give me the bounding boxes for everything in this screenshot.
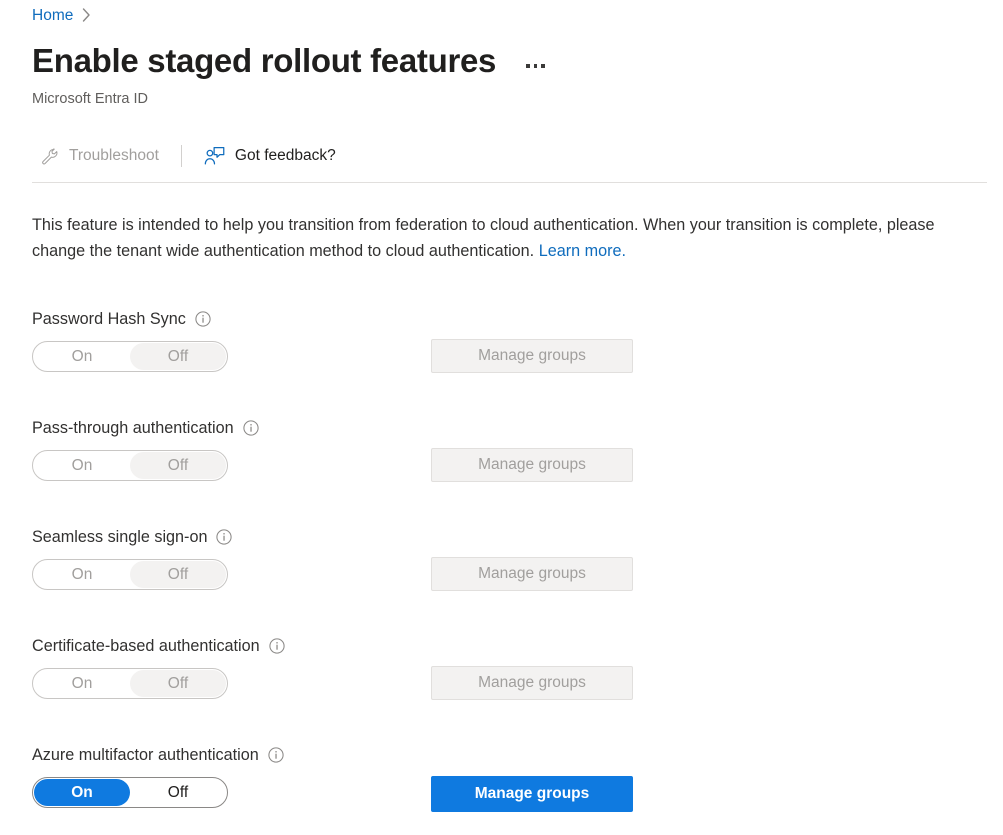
toggle-option-off[interactable]: Off bbox=[130, 343, 226, 370]
feature-row: Azure multifactor authentication OnOff Man… bbox=[32, 744, 987, 834]
feature-toggle[interactable]: OnOff bbox=[32, 777, 228, 808]
feature-row: Certificate-based authentication OnOff Man… bbox=[32, 635, 987, 744]
page-subtitle: Microsoft Entra ID bbox=[32, 91, 148, 107]
toggle-option-on[interactable]: On bbox=[34, 343, 130, 370]
got-feedback-label: Got feedback? bbox=[235, 147, 336, 165]
troubleshoot-label: Troubleshoot bbox=[69, 147, 159, 165]
feature-toggle: OnOff bbox=[32, 559, 228, 590]
feature-row: Password Hash Sync OnOff Manage groups bbox=[32, 308, 987, 417]
manage-groups-button[interactable]: Manage groups bbox=[431, 776, 633, 812]
manage-groups-button: Manage groups bbox=[431, 666, 633, 700]
toggle-option-on[interactable]: On bbox=[34, 561, 130, 588]
person-feedback-icon bbox=[204, 146, 225, 166]
feature-label-line: Password Hash Sync bbox=[32, 308, 987, 330]
toggle-option-off[interactable]: Off bbox=[130, 561, 226, 588]
command-bar: Troubleshoot Got feedback? bbox=[32, 134, 344, 178]
wrench-icon bbox=[40, 147, 59, 166]
page-title: Enable staged rollout features bbox=[32, 42, 496, 80]
learn-more-link[interactable]: Learn more. bbox=[539, 242, 626, 260]
ellipsis-icon bbox=[541, 64, 545, 68]
feature-row: Pass-through authentication OnOff Manage g… bbox=[32, 417, 987, 526]
feature-toggle: OnOff bbox=[32, 341, 228, 372]
breadcrumb: Home bbox=[32, 7, 91, 25]
info-icon[interactable] bbox=[195, 311, 211, 327]
breadcrumb-item-home[interactable]: Home bbox=[32, 7, 73, 25]
feature-label: Azure multifactor authentication bbox=[32, 746, 259, 765]
feature-label: Password Hash Sync bbox=[32, 310, 186, 329]
toggle-option-off[interactable]: Off bbox=[130, 452, 226, 479]
toggle-option-on[interactable]: On bbox=[34, 670, 130, 697]
feature-row: Seamless single sign-on OnOff Manage group… bbox=[32, 526, 987, 635]
toggle-option-on[interactable]: On bbox=[34, 779, 130, 806]
toggle-option-on[interactable]: On bbox=[34, 452, 130, 479]
page-title-row: Enable staged rollout features bbox=[32, 42, 549, 80]
chevron-right-icon bbox=[82, 8, 91, 25]
feature-label-line: Seamless single sign-on bbox=[32, 526, 987, 548]
feature-label: Seamless single sign-on bbox=[32, 528, 207, 547]
got-feedback-button[interactable]: Got feedback? bbox=[196, 140, 344, 172]
toggle-option-off[interactable]: Off bbox=[130, 670, 226, 697]
header-divider bbox=[32, 182, 987, 183]
feature-label-line: Azure multifactor authentication bbox=[32, 744, 987, 766]
description-body: This feature is intended to help you tra… bbox=[32, 216, 935, 260]
toggle-option-off[interactable]: Off bbox=[130, 779, 226, 806]
troubleshoot-button[interactable]: Troubleshoot bbox=[32, 141, 167, 172]
feature-label: Certificate-based authentication bbox=[32, 637, 260, 656]
feature-label: Pass-through authentication bbox=[32, 419, 234, 438]
feature-toggle: OnOff bbox=[32, 450, 228, 481]
info-icon[interactable] bbox=[216, 529, 232, 545]
more-options-button[interactable] bbox=[522, 58, 549, 74]
feature-label-line: Certificate-based authentication bbox=[32, 635, 987, 657]
info-icon[interactable] bbox=[269, 638, 285, 654]
feature-label-line: Pass-through authentication bbox=[32, 417, 987, 439]
ellipsis-icon bbox=[534, 64, 538, 68]
feature-toggle: OnOff bbox=[32, 668, 228, 699]
manage-groups-button: Manage groups bbox=[431, 448, 633, 482]
command-bar-separator bbox=[181, 145, 182, 167]
info-icon[interactable] bbox=[243, 420, 259, 436]
info-icon[interactable] bbox=[268, 747, 284, 763]
ellipsis-icon bbox=[526, 64, 530, 68]
feature-list: Password Hash SyncOnOffManage groupsPass… bbox=[32, 308, 987, 834]
manage-groups-button: Manage groups bbox=[431, 557, 633, 591]
manage-groups-button: Manage groups bbox=[431, 339, 633, 373]
description-text: This feature is intended to help you tra… bbox=[32, 212, 982, 264]
